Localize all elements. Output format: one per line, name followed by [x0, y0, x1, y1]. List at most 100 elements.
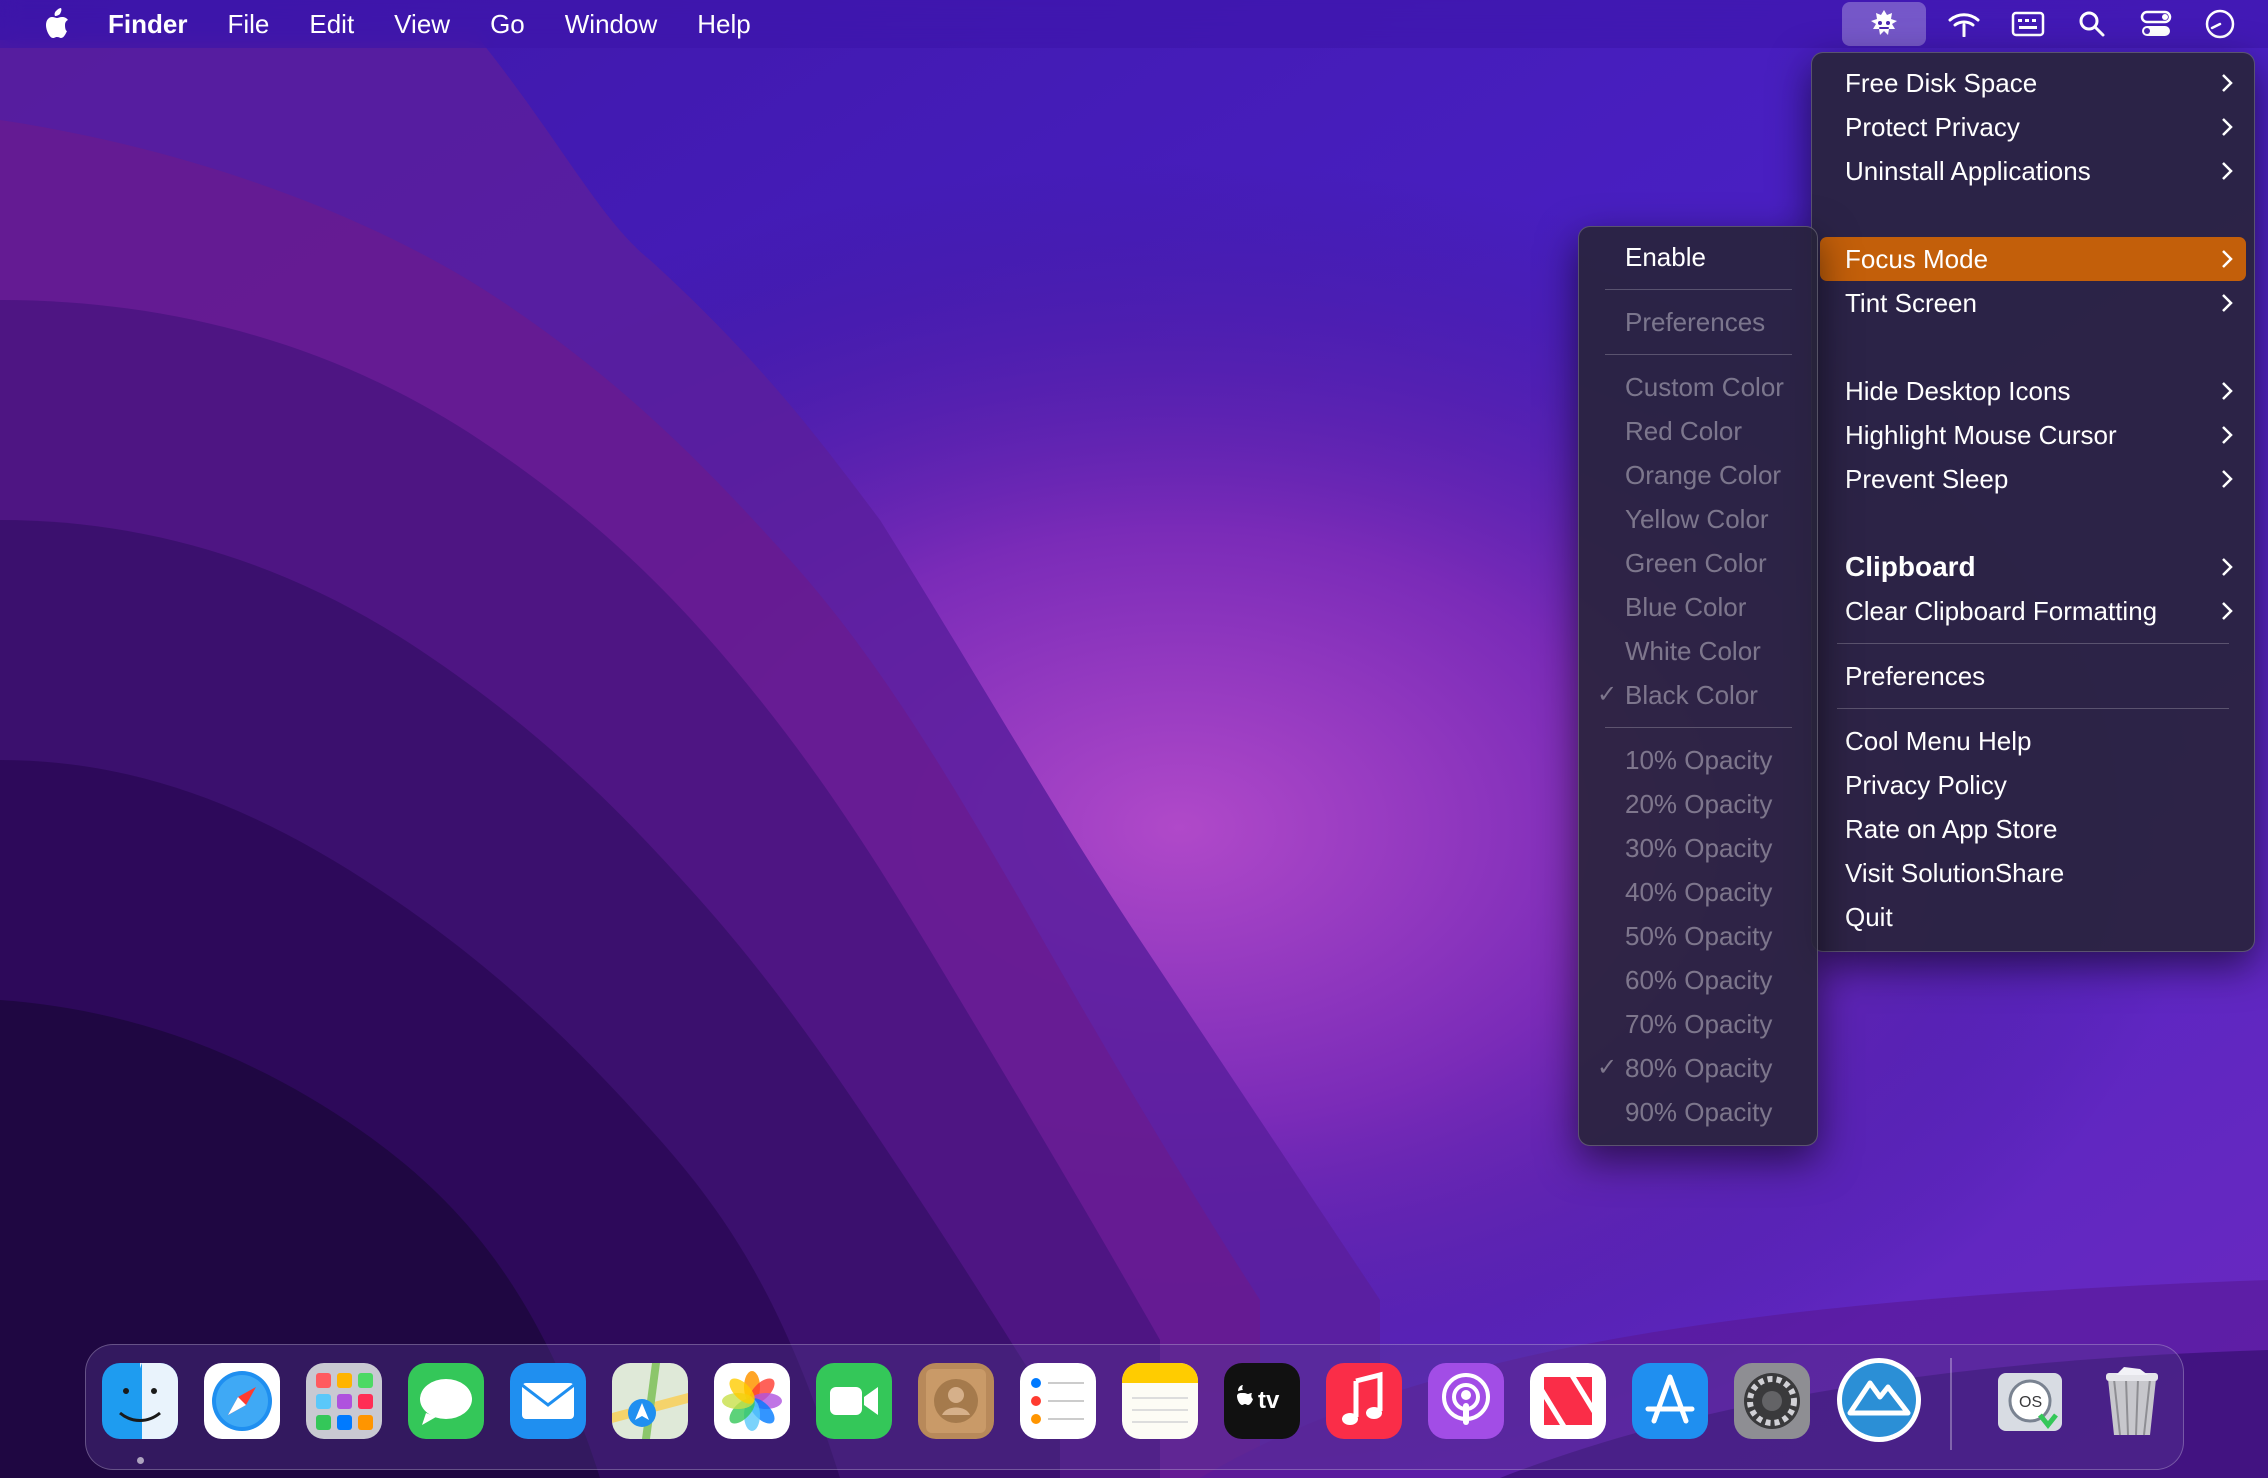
chevron-right-icon — [2220, 149, 2234, 193]
menu-item-uninstall-applications[interactable]: Uninstall Applications — [1820, 149, 2246, 193]
dock-app-store-icon[interactable] — [1632, 1363, 1708, 1439]
menu-item-label: Rate on App Store — [1845, 814, 2058, 844]
submenu-item-label: Red Color — [1625, 416, 1743, 446]
submenu-item-blue-color: Blue Color — [1585, 585, 1811, 629]
menu-item-visit-solutionshare[interactable]: Visit SolutionShare — [1820, 851, 2246, 895]
submenu-item-opacity-80: ✓ 80% Opacity — [1585, 1046, 1811, 1090]
chevron-right-icon — [2220, 457, 2234, 501]
svg-text:OS: OS — [2019, 1394, 2042, 1411]
menu-file[interactable]: File — [227, 9, 269, 40]
menu-edit[interactable]: Edit — [309, 9, 354, 40]
checkmark-icon: ✓ — [1596, 1054, 1618, 1081]
menu-item-preferences[interactable]: Preferences — [1820, 654, 2246, 698]
menu-item-rate-on-app-store[interactable]: Rate on App Store — [1820, 807, 2246, 851]
submenu-item-label: 60% Opacity — [1625, 965, 1773, 995]
dock-mail-icon[interactable] — [510, 1363, 586, 1439]
menu-item-quit[interactable]: Quit — [1820, 895, 2246, 939]
menu-item-privacy-policy[interactable]: Privacy Policy — [1820, 763, 2246, 807]
checkmark-icon: ✓ — [1596, 681, 1618, 708]
dock-messages-icon[interactable] — [408, 1363, 484, 1439]
menu-item-label: Highlight Mouse Cursor — [1845, 420, 2117, 450]
dock-facetime-icon[interactable] — [816, 1363, 892, 1439]
menu-item-tint-screen[interactable]: Tint Screen — [1820, 281, 2246, 325]
dock-launchpad-icon[interactable] — [306, 1363, 382, 1439]
submenu-item-label: Blue Color — [1625, 592, 1747, 622]
menu-go[interactable]: Go — [490, 9, 525, 40]
dock-safari-icon[interactable] — [204, 1363, 280, 1439]
dock-contacts-icon[interactable] — [918, 1363, 994, 1439]
dock-finder-icon[interactable] — [102, 1363, 178, 1439]
menu-item-cool-menu-help[interactable]: Cool Menu Help — [1820, 719, 2246, 763]
focus-mode-submenu: Enable Preferences Custom Color Red Colo… — [1578, 226, 1818, 1146]
submenu-item-yellow-color: Yellow Color — [1585, 497, 1811, 541]
menu-help[interactable]: Help — [697, 9, 750, 40]
menu-item-hide-desktop-icons[interactable]: Hide Desktop Icons — [1820, 369, 2246, 413]
menu-item-clipboard[interactable]: Clipboard — [1820, 545, 2246, 589]
submenu-item-label: Yellow Color — [1625, 504, 1769, 534]
dock-macos-installer-icon[interactable]: OS — [1992, 1363, 2068, 1439]
menu-item-label: Free Disk Space — [1845, 68, 2038, 98]
menu-item-label: Preferences — [1845, 661, 1986, 691]
submenu-item-opacity-70: 70% Opacity — [1585, 1002, 1811, 1046]
dock-tv-icon[interactable]: tv — [1224, 1363, 1300, 1439]
submenu-item-opacity-10: 10% Opacity — [1585, 738, 1811, 782]
dock-cool-menu-icon[interactable] — [1836, 1357, 1922, 1443]
menu-window[interactable]: Window — [565, 9, 657, 40]
apple-menu-icon[interactable] — [36, 8, 76, 40]
menu-item-label: Visit SolutionShare — [1845, 858, 2065, 888]
dock-photos-icon[interactable] — [714, 1363, 790, 1439]
submenu-item-label: Orange Color — [1625, 460, 1782, 490]
submenu-item-enable[interactable]: Enable — [1585, 235, 1811, 279]
menu-item-label: Clear Clipboard Formatting — [1845, 596, 2158, 626]
submenu-item-label: Preferences — [1625, 307, 1766, 337]
menu-item-label: Clipboard — [1845, 551, 1976, 582]
menu-separator — [1605, 354, 1792, 355]
dock-trash-icon[interactable] — [2094, 1363, 2170, 1439]
menu-spacer — [1812, 325, 2254, 369]
submenu-item-label: 70% Opacity — [1625, 1009, 1773, 1039]
submenu-item-label: Custom Color — [1625, 372, 1784, 402]
submenu-item-opacity-30: 30% Opacity — [1585, 826, 1811, 870]
submenu-item-white-color: White Color — [1585, 629, 1811, 673]
dock-reminders-icon[interactable] — [1020, 1363, 1096, 1439]
cool-menu-icon[interactable] — [1842, 2, 1926, 46]
submenu-item-opacity-90: 90% Opacity — [1585, 1090, 1811, 1134]
menu-item-highlight-mouse-cursor[interactable]: Highlight Mouse Cursor — [1820, 413, 2246, 457]
dock-news-icon[interactable] — [1530, 1363, 1606, 1439]
submenu-item-opacity-40: 40% Opacity — [1585, 870, 1811, 914]
menu-item-prevent-sleep[interactable]: Prevent Sleep — [1820, 457, 2246, 501]
dock-maps-icon[interactable] — [612, 1363, 688, 1439]
submenu-item-label: White Color — [1625, 636, 1761, 666]
spotlight-search-icon[interactable] — [2060, 2, 2124, 46]
menu-finder[interactable]: Finder — [108, 9, 187, 40]
menu-item-clear-clipboard-formatting[interactable]: Clear Clipboard Formatting — [1820, 589, 2246, 633]
wifi-icon[interactable] — [1932, 2, 1996, 46]
submenu-item-opacity-60: 60% Opacity — [1585, 958, 1811, 1002]
menu-item-free-disk-space[interactable]: Free Disk Space — [1820, 61, 2246, 105]
menu-item-label: Quit — [1845, 902, 1893, 932]
submenu-item-label: 10% Opacity — [1625, 745, 1773, 775]
dock-podcasts-icon[interactable] — [1428, 1363, 1504, 1439]
control-center-icon[interactable] — [2124, 2, 2188, 46]
chevron-right-icon — [2220, 413, 2234, 457]
menu-item-focus-mode[interactable]: Focus Mode — [1820, 237, 2246, 281]
dock-system-preferences-icon[interactable] — [1734, 1363, 1810, 1439]
submenu-item-label: 90% Opacity — [1625, 1097, 1773, 1127]
submenu-item-opacity-50: 50% Opacity — [1585, 914, 1811, 958]
keyboard-viewer-icon[interactable] — [1996, 2, 2060, 46]
submenu-item-black-color: ✓ Black Color — [1585, 673, 1811, 717]
submenu-item-orange-color: Orange Color — [1585, 453, 1811, 497]
dock: tv OS — [85, 1344, 2184, 1470]
cool-menu-dropdown: Free Disk Space Protect Privacy Uninstal… — [1811, 52, 2255, 952]
clock-icon[interactable] — [2188, 2, 2252, 46]
menu-item-protect-privacy[interactable]: Protect Privacy — [1820, 105, 2246, 149]
menu-item-label: Cool Menu Help — [1845, 726, 2032, 756]
dock-notes-icon[interactable] — [1122, 1363, 1198, 1439]
submenu-item-label: Enable — [1625, 242, 1706, 272]
menu-bar: Finder File Edit View Go Window Help — [0, 0, 2268, 48]
submenu-item-green-color: Green Color — [1585, 541, 1811, 585]
menu-view[interactable]: View — [394, 9, 450, 40]
dock-music-icon[interactable] — [1326, 1363, 1402, 1439]
running-indicator — [137, 1457, 144, 1464]
submenu-item-label: 50% Opacity — [1625, 921, 1773, 951]
